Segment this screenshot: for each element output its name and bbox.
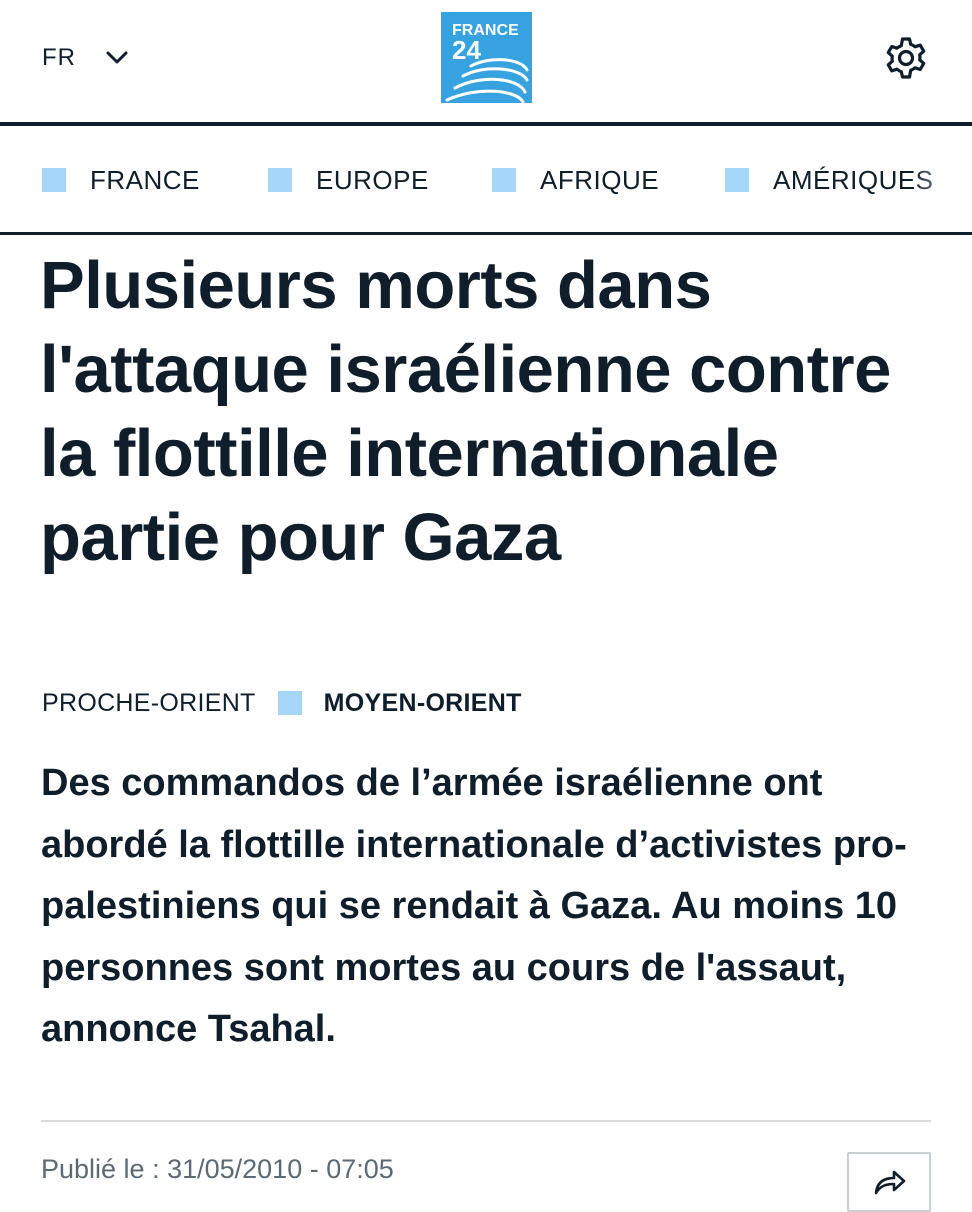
nav-item-label: FRANCE	[90, 164, 200, 195]
logo-swirl	[445, 58, 529, 103]
category-bullet-icon	[277, 691, 302, 715]
france24-logo[interactable]: FRANCE 24	[441, 12, 532, 103]
category-parent-link[interactable]: PROCHE-ORIENT	[42, 689, 256, 718]
article-categories: PROCHE-ORIENT MOYEN-ORIENT	[42, 686, 522, 720]
nav-divider	[0, 232, 972, 235]
nav-bullet-icon	[42, 168, 66, 192]
share-icon	[873, 1170, 907, 1196]
nav-item-label: AFRIQUE	[540, 164, 660, 195]
chevron-down-icon	[106, 51, 128, 65]
site-header: FR FRANCE 24	[0, 0, 972, 122]
share-button[interactable]	[847, 1152, 931, 1212]
category-current-link[interactable]: MOYEN-ORIENT	[324, 689, 522, 718]
section-nav: FRANCE EUROPE AFRIQUE AMÉRIQUES	[0, 126, 972, 232]
nav-bullet-icon	[268, 168, 292, 192]
published-date: Publié le : 31/05/2010 - 07:05	[41, 1154, 394, 1184]
logo-text-bottom: 24	[452, 35, 481, 65]
meta-divider	[41, 1120, 931, 1122]
language-selector[interactable]: FR	[42, 40, 128, 76]
nav-bullet-icon	[492, 168, 516, 192]
nav-item-europe[interactable]: EUROPE	[268, 164, 429, 195]
gear-icon[interactable]	[882, 34, 930, 82]
nav-item-label: EUROPE	[316, 164, 429, 195]
nav-item-afrique[interactable]: AFRIQUE	[492, 164, 660, 195]
article-headline: Plusieurs morts dans l'attaque israélien…	[40, 248, 891, 575]
article-lead: Des commandos de l’armée israélienne ont…	[41, 762, 907, 1050]
nav-item-france[interactable]: FRANCE	[42, 164, 200, 195]
nav-item-label: AMÉRIQUES	[773, 164, 934, 195]
nav-item-ameriques[interactable]: AMÉRIQUES	[725, 164, 934, 195]
language-label: FR	[42, 44, 76, 71]
nav-bullet-icon	[725, 168, 749, 192]
